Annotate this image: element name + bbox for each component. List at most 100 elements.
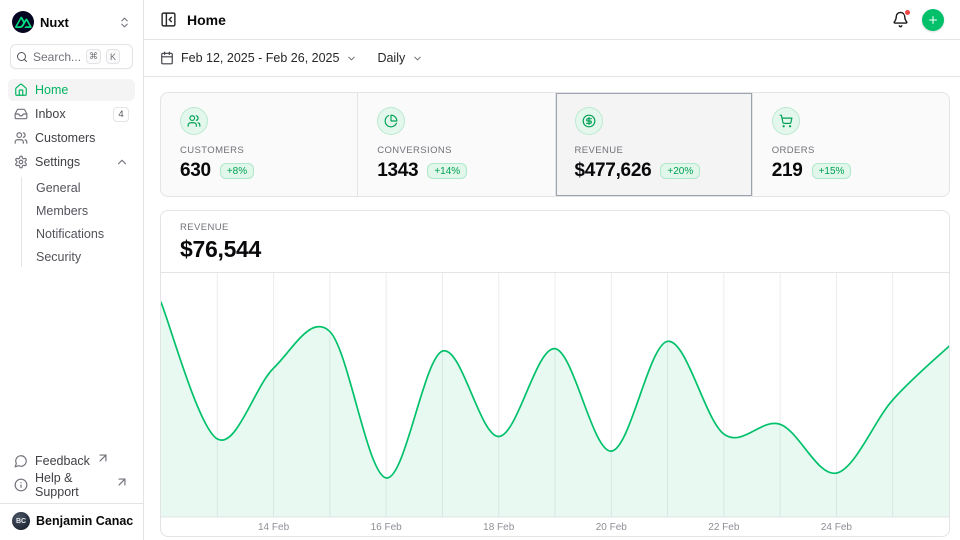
chart-pie-icon-circle (377, 107, 405, 135)
date-range-label: Feb 12, 2025 - Feb 26, 2025 (181, 51, 339, 65)
chart-x-axis-labels: 14 Feb 16 Feb 18 Feb 20 Feb 22 Feb 24 Feb (258, 522, 852, 533)
plus-icon (927, 14, 939, 26)
stat-label: ORDERS (772, 145, 930, 156)
message-icon (14, 454, 28, 468)
svg-text:22 Feb: 22 Feb (708, 522, 740, 533)
sidebar-item-feedback[interactable]: Feedback (8, 450, 135, 472)
stat-value-row: 630 +8% (180, 160, 338, 182)
chart-header: REVENUE $76,544 (161, 211, 949, 272)
workspace-name: Nuxt (40, 15, 69, 30)
sidebar-item-label: Home (35, 83, 68, 97)
stat-card-conversions[interactable]: CONVERSIONS 1343 +14% (358, 93, 555, 196)
stat-delta-badge: +8% (220, 163, 254, 179)
chevron-up-icon (115, 155, 129, 169)
kbd-k: K (106, 49, 120, 64)
circle-dollar-icon-circle (575, 107, 603, 135)
svg-text:16 Feb: 16 Feb (371, 522, 403, 533)
stat-delta-badge: +14% (427, 163, 467, 179)
sidebar-item-help-support[interactable]: Help & Support (8, 474, 135, 496)
chevrons-up-down-icon (118, 16, 131, 29)
stat-value-row: 219 +15% (772, 160, 930, 182)
stat-card-orders[interactable]: ORDERS 219 +15% (753, 93, 949, 196)
stat-value: $477,626 (575, 160, 652, 182)
stat-value: 630 (180, 160, 211, 182)
shopping-cart-icon-circle (772, 107, 800, 135)
search-placeholder: Search... (33, 50, 81, 64)
sidebar: Nuxt Search... ⌘ K Home Inbox 4 Customers Se… (0, 0, 144, 540)
sidebar-subnav-settings: GeneralMembersNotificationsSecurity (21, 177, 135, 267)
user-menu[interactable]: BC Benjamin Canac (8, 504, 135, 534)
home-icon (14, 83, 28, 97)
sidebar-subitem-members[interactable]: Members (34, 200, 135, 221)
sidebar-item-label: Customers (35, 131, 95, 145)
sidebar-item-label: Settings (35, 155, 80, 169)
sidebar-item-label: Help & Support (35, 471, 109, 499)
search-input[interactable]: Search... ⌘ K (10, 44, 133, 69)
circle-dollar-icon (582, 114, 596, 128)
sidebar-item-inbox[interactable]: Inbox 4 (8, 103, 135, 125)
sidebar-item-label: Inbox (35, 107, 66, 121)
chevron-down-icon (346, 53, 357, 64)
inbox-icon (14, 107, 28, 121)
stat-card-customers[interactable]: CUSTOMERS 630 +8% (161, 93, 358, 196)
info-icon (14, 478, 28, 492)
stat-label: CUSTOMERS (180, 145, 338, 156)
notification-dot (904, 9, 911, 16)
svg-text:20 Feb: 20 Feb (596, 522, 628, 533)
arrow-up-right-icon (115, 475, 129, 489)
app-window: Nuxt Search... ⌘ K Home Inbox 4 Customers Se… (0, 0, 960, 540)
stat-value-row: 1343 +14% (377, 160, 535, 182)
header-actions (892, 9, 944, 31)
users-icon-circle (180, 107, 208, 135)
arrow-up-right-icon (96, 451, 110, 465)
period-label: Daily (377, 51, 405, 65)
stat-value: 1343 (377, 160, 418, 182)
svg-text:24 Feb: 24 Feb (821, 522, 853, 533)
inbox-count-badge: 4 (113, 107, 129, 122)
revenue-area-chart[interactable]: 14 Feb 16 Feb 18 Feb 20 Feb 22 Feb 24 Feb (161, 273, 949, 536)
calendar-icon (160, 51, 174, 65)
search-icon (16, 51, 28, 63)
chart-current-value: $76,544 (180, 236, 930, 263)
sidebar-footer: Feedback Help & Support (8, 450, 135, 496)
chevron-down-icon (412, 53, 423, 64)
period-select[interactable]: Daily (377, 51, 423, 65)
stat-value: 219 (772, 160, 803, 182)
page-content: CUSTOMERS 630 +8% CONVERSIONS 1343 +14% REVENU… (144, 77, 960, 537)
users-icon (14, 131, 28, 145)
stat-delta-badge: +15% (812, 163, 852, 179)
sidebar-nav: Home Inbox 4 Customers Settings GeneralMember… (8, 79, 135, 269)
sidebar-item-label: Feedback (35, 454, 90, 468)
sidebar-subitem-security[interactable]: Security (34, 246, 135, 267)
filters-toolbar: Feb 12, 2025 - Feb 26, 2025 Daily (144, 40, 960, 77)
revenue-chart-card: REVENUE $76,544 14 Feb 16 Feb 18 Feb 20 Feb… (160, 210, 950, 537)
shopping-cart-icon (779, 114, 793, 128)
stat-card-revenue[interactable]: REVENUE $477,626 +20% (556, 93, 753, 196)
stat-label: CONVERSIONS (377, 145, 535, 156)
sidebar-subitem-notifications[interactable]: Notifications (34, 223, 135, 244)
add-button[interactable] (922, 9, 944, 31)
workspace-switcher[interactable]: Nuxt (8, 9, 135, 35)
sidebar-item-customers[interactable]: Customers (8, 127, 135, 149)
sidebar-item-home[interactable]: Home (8, 79, 135, 101)
top-header: Home (144, 0, 960, 40)
svg-text:14 Feb: 14 Feb (258, 522, 290, 533)
stats-panel: CUSTOMERS 630 +8% CONVERSIONS 1343 +14% REVENU… (160, 92, 950, 197)
date-range-picker[interactable]: Feb 12, 2025 - Feb 26, 2025 (160, 51, 357, 65)
kbd-cmd: ⌘ (86, 49, 101, 64)
nuxt-logo-icon (12, 11, 34, 33)
sidebar-item-settings[interactable]: Settings (8, 151, 135, 173)
chart-title: REVENUE (180, 222, 930, 233)
users-icon (187, 114, 201, 128)
stat-value-row: $477,626 +20% (575, 160, 733, 182)
sidebar-subitem-general[interactable]: General (34, 177, 135, 198)
stat-label: REVENUE (575, 145, 733, 156)
stat-delta-badge: +20% (660, 163, 700, 179)
avatar: BC (12, 512, 30, 530)
svg-text:18 Feb: 18 Feb (483, 522, 515, 533)
notifications-button[interactable] (892, 11, 909, 28)
main-area: Home Feb 12, 2025 - Feb 26, 2025 Daily (144, 0, 960, 540)
collapse-sidebar-button[interactable] (160, 11, 177, 28)
chart-pie-icon (384, 114, 398, 128)
page-title: Home (187, 12, 226, 28)
